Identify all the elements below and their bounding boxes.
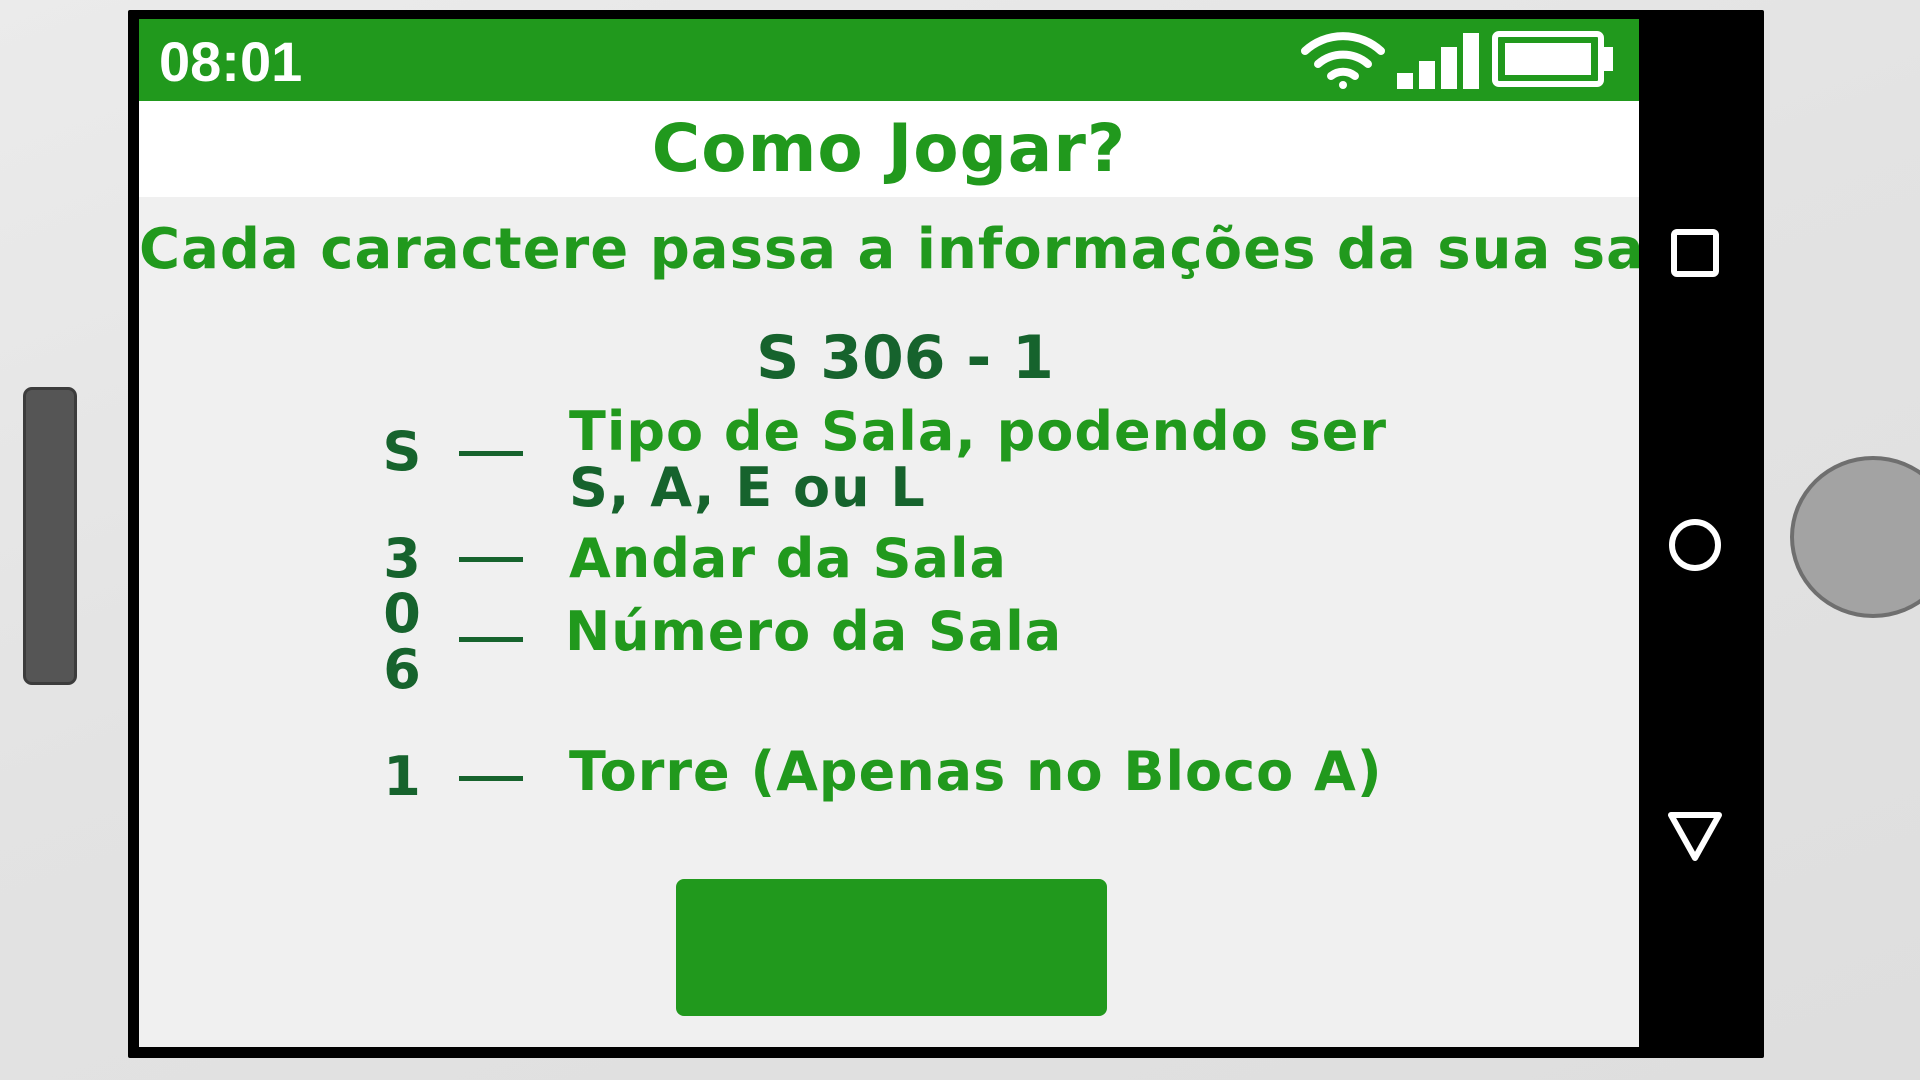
legend-text-room-number: Número da Sala <box>565 600 1063 663</box>
status-icons <box>1301 31 1613 89</box>
legend-char-floor: 3 <box>383 527 421 590</box>
legend-text-floor: Andar da Sala <box>569 527 1007 590</box>
app-screen: 08:01 Como Jogar? Cada caractere passa a… <box>139 19 1639 1047</box>
square-recents-icon[interactable] <box>1660 218 1730 288</box>
legend-dash <box>459 451 523 456</box>
legend-char-number-1: 0 <box>383 582 421 645</box>
triangle-back-icon[interactable] <box>1660 802 1730 872</box>
side-volume-button[interactable] <box>23 387 77 685</box>
legend-text-room-type-line1: Tipo de Sala, podendo ser <box>569 400 1387 463</box>
page-title: Como Jogar? <box>651 110 1127 187</box>
legend-text-room-type: Tipo de Sala, podendo ser S, A, E ou L <box>569 404 1387 516</box>
room-code-example: S 306 - 1 <box>756 323 1054 393</box>
legend-dash <box>459 776 523 781</box>
status-clock: 08:01 <box>159 30 303 93</box>
legend-dash <box>459 557 523 562</box>
physical-home-button[interactable] <box>1790 456 1920 618</box>
legend-char-s: S <box>382 420 422 483</box>
battery-icon <box>1492 31 1613 87</box>
legend-dash <box>459 637 523 642</box>
continue-button[interactable] <box>676 879 1107 1016</box>
signal-icon <box>1397 33 1479 89</box>
wifi-icon <box>1301 32 1385 89</box>
circle-home-icon[interactable] <box>1660 510 1730 580</box>
title-bar: Como Jogar? <box>139 101 1639 197</box>
legend-text-tower: Torre (Apenas no Bloco A) <box>569 740 1383 803</box>
status-bar: 08:01 <box>139 19 1639 101</box>
legend-char-number-2: 6 <box>383 638 421 701</box>
instructions-subtitle: Cada caractere passa a informações da su… <box>139 217 1639 282</box>
legend-char-tower: 1 <box>383 745 421 808</box>
legend-text-room-type-line2: S, A, E ou L <box>569 456 926 519</box>
stage: 08:01 Como Jogar? Cada caractere passa a… <box>0 0 1920 1080</box>
